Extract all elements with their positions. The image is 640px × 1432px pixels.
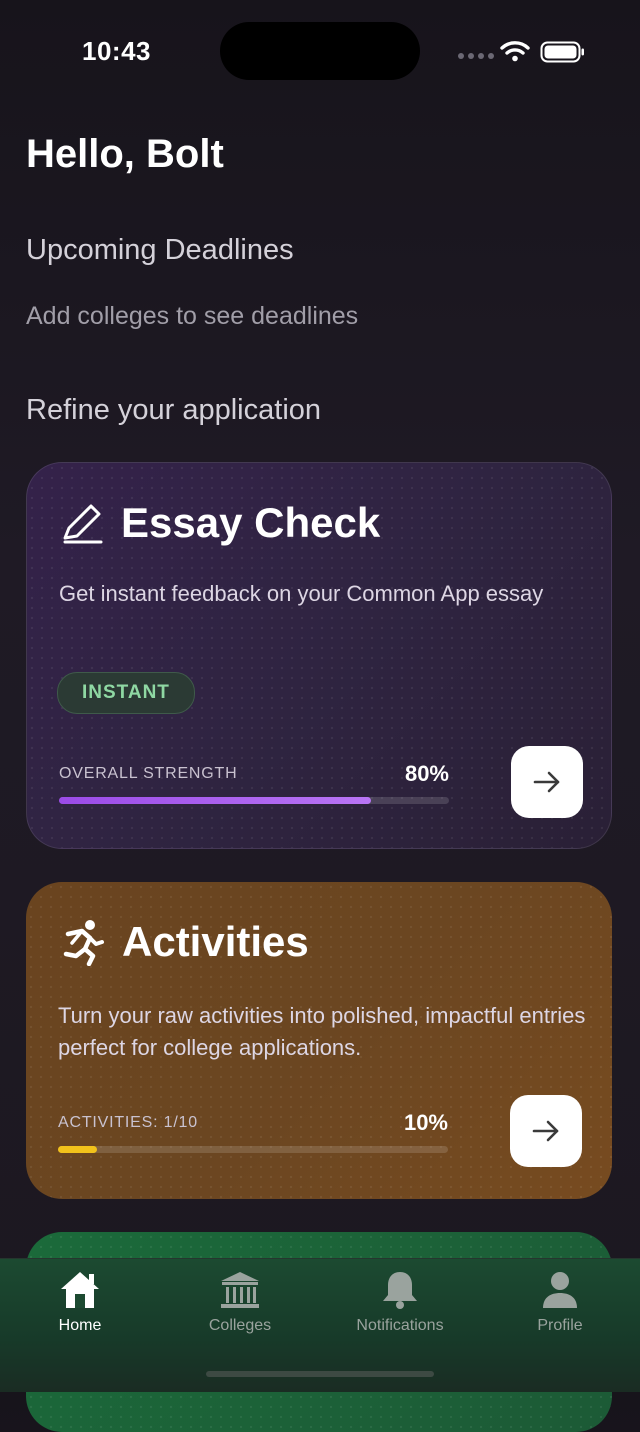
tab-profile-label: Profile [537, 1317, 583, 1334]
wifi-icon [500, 41, 530, 62]
instant-badge: INSTANT [57, 672, 195, 714]
battery-icon [540, 41, 584, 63]
running-icon [63, 920, 104, 966]
profile-icon [543, 1272, 577, 1308]
arrow-right-icon [532, 1120, 559, 1142]
status-time: 10:43 [82, 36, 151, 66]
greeting-title: Hello, Bolt [26, 132, 224, 176]
pencil-icon [63, 504, 103, 544]
essay-card-header: Essay Check [59, 499, 380, 547]
dynamic-island [220, 22, 420, 80]
activities-meter-label: ACTIVITIES: 1/10 [58, 1114, 198, 1131]
activities-open-button[interactable] [510, 1095, 582, 1167]
essay-open-button[interactable] [511, 746, 583, 818]
essay-card-title: Essay Check [121, 499, 381, 546]
tab-home-label: Home [58, 1317, 102, 1334]
college-icon [221, 1272, 259, 1308]
tab-colleges-label: Colleges [208, 1317, 272, 1334]
tab-profile[interactable]: Profile [490, 1269, 630, 1335]
essay-check-card[interactable]: Essay Check Get instant feedback on your… [26, 462, 612, 849]
essay-card-description: Get instant feedback on your Common App … [59, 581, 544, 606]
activities-card[interactable]: Activities Turn your raw activities into… [26, 882, 612, 1199]
essay-progress-track [59, 797, 449, 804]
tab-bar: Home Colleges Notifications Profile [0, 1258, 640, 1392]
arrow-right-icon [533, 771, 560, 793]
home-icon [61, 1272, 99, 1308]
essay-meter-value: 80% [404, 761, 449, 786]
tab-home[interactable]: Home [10, 1269, 150, 1335]
activities-meter-value: 10% [403, 1110, 448, 1135]
status-bar: 10:43 [0, 0, 640, 100]
tab-notifications[interactable]: Notifications [330, 1269, 470, 1335]
activities-card-header: Activities [58, 918, 309, 966]
deadlines-empty-text: Add colleges to see deadlines [26, 302, 359, 330]
activities-card-description: Turn your raw activities into polished, … [58, 1003, 586, 1060]
tab-notifications-label: Notifications [356, 1317, 444, 1334]
activities-card-title: Activities [122, 918, 309, 965]
essay-progress-fill [59, 797, 371, 804]
tab-colleges[interactable]: Colleges [170, 1269, 310, 1335]
refine-title: Refine your application [26, 394, 322, 426]
signal-dots-icon [458, 53, 494, 59]
activities-progress-track [58, 1146, 448, 1153]
essay-meter-label: OVERALL STRENGTH [59, 765, 238, 782]
deadlines-title: Upcoming Deadlines [26, 234, 294, 266]
bell-icon [383, 1272, 417, 1309]
activities-progress-fill [58, 1146, 97, 1153]
home-indicator [206, 1371, 434, 1377]
